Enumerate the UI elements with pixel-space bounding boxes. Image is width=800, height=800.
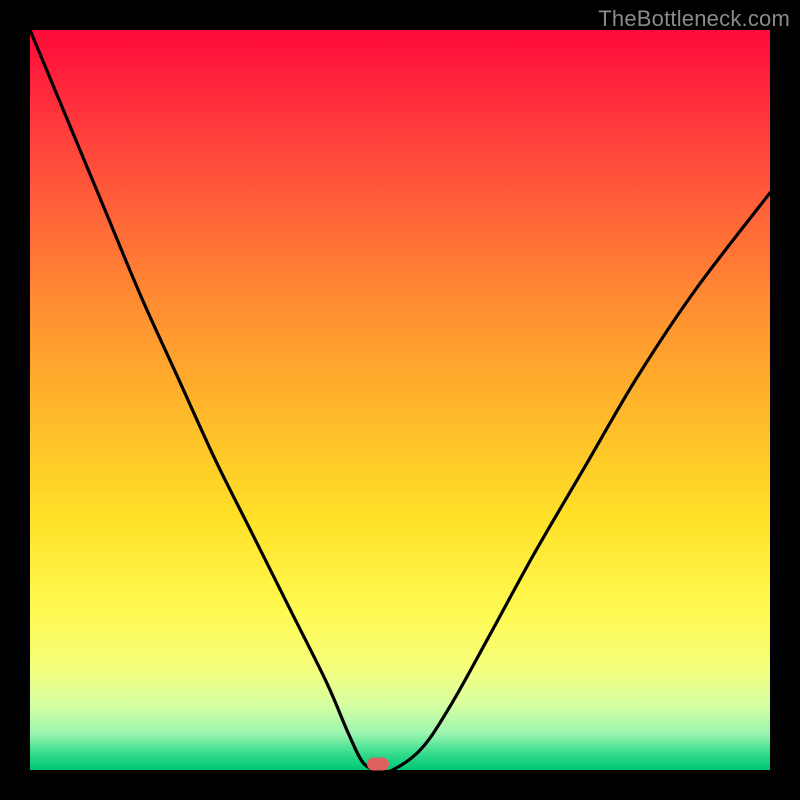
- bottleneck-curve: [30, 30, 770, 770]
- watermark-text: TheBottleneck.com: [598, 6, 790, 32]
- chart-frame: TheBottleneck.com: [0, 0, 800, 800]
- plot-area: [30, 30, 770, 770]
- optimum-marker: [367, 758, 389, 771]
